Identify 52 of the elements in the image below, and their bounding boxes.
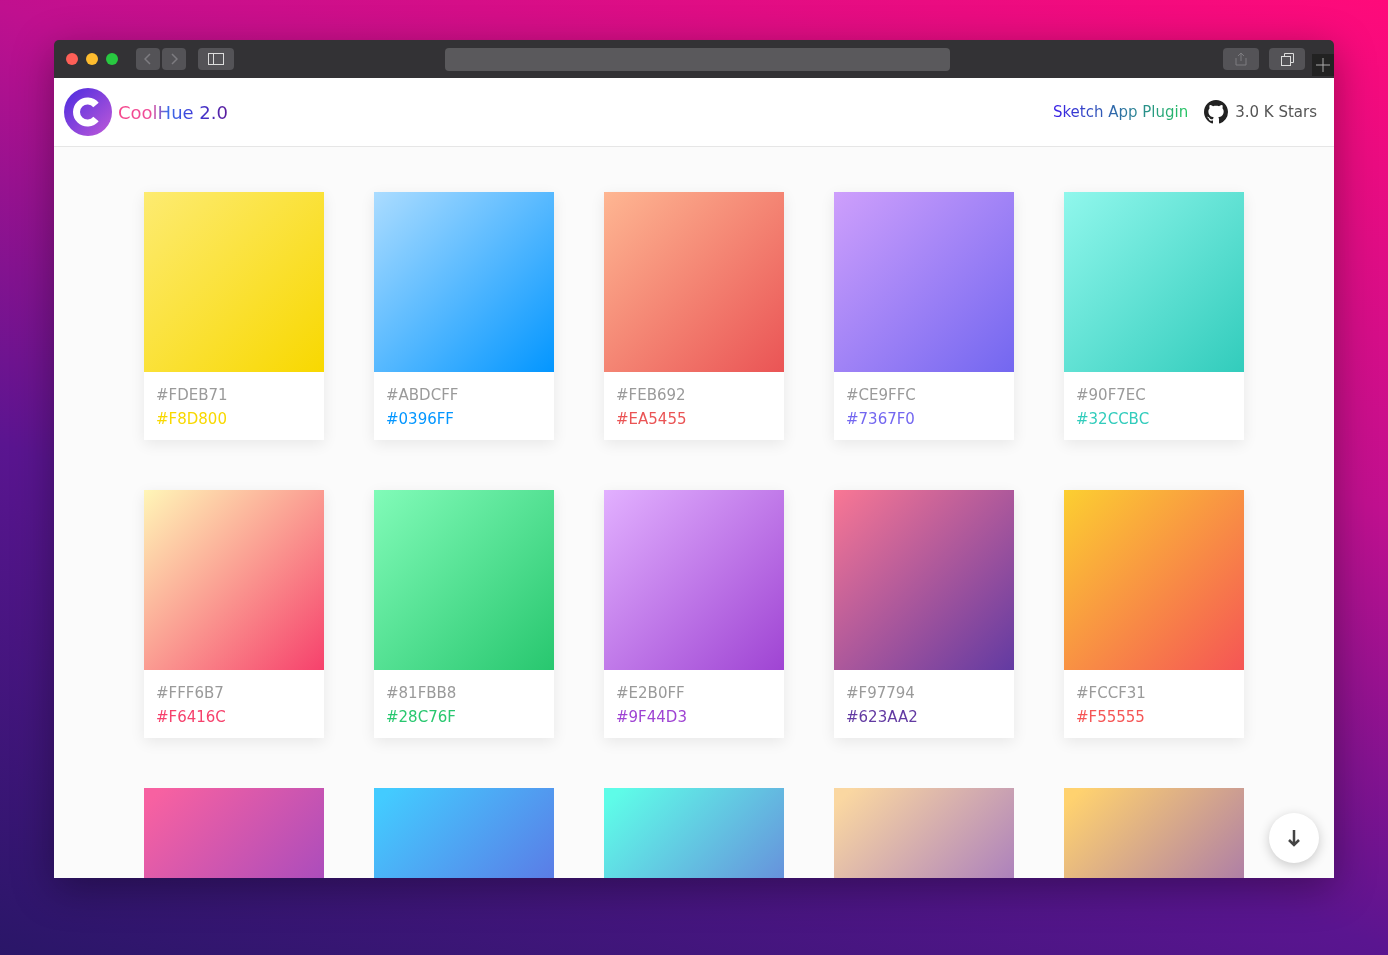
plugin-link[interactable]: Sketch App Plugin bbox=[1052, 103, 1189, 121]
end-hex: #7367F0 bbox=[846, 410, 916, 428]
minimize-icon[interactable] bbox=[86, 53, 98, 65]
end-hex: #F6416C bbox=[156, 708, 227, 726]
share-button[interactable] bbox=[1223, 48, 1259, 70]
end-hex: #9F44D3 bbox=[616, 708, 688, 726]
color-card[interactable]: #FEB692 #EA5455 bbox=[604, 192, 784, 440]
end-hex: #0396FF bbox=[386, 410, 455, 428]
start-hex: #FDEB71 bbox=[156, 386, 229, 404]
scroll-down-button[interactable] bbox=[1269, 813, 1319, 863]
arrow-down-icon bbox=[1287, 829, 1301, 847]
color-card[interactable]: #F97794 #623AA2 bbox=[834, 490, 1014, 738]
start-hex: #FEB692 bbox=[616, 386, 687, 404]
end-hex: #32CCBC bbox=[1076, 410, 1151, 428]
github-icon bbox=[1204, 100, 1229, 124]
start-hex: #FFF6B7 bbox=[156, 684, 225, 702]
stars-link[interactable]: 3.0 K Stars bbox=[1204, 100, 1317, 124]
close-icon[interactable] bbox=[66, 53, 78, 65]
zoom-icon[interactable] bbox=[106, 53, 118, 65]
logo-icon bbox=[64, 88, 112, 136]
sidebar-button[interactable] bbox=[198, 48, 234, 70]
color-card[interactable]: #FCCF31 #F55555 bbox=[1064, 490, 1244, 738]
start-hex: #90F7EC bbox=[1076, 386, 1147, 404]
start-hex: #E2B0FF bbox=[616, 684, 686, 702]
end-hex: #623AA2 bbox=[846, 708, 919, 726]
address-bar[interactable] bbox=[445, 47, 950, 71]
color-card[interactable]: #FFF6B7 #F6416C bbox=[144, 490, 324, 738]
end-hex: #F55555 bbox=[1076, 708, 1146, 726]
plus-icon bbox=[1316, 58, 1330, 72]
end-hex: #28C76F bbox=[386, 708, 457, 726]
color-card[interactable]: #FDEB71 #F8D800 bbox=[144, 192, 324, 440]
color-card[interactable]: #CE9FFC #7367F0 bbox=[834, 192, 1014, 440]
new-tab-button[interactable] bbox=[1312, 54, 1334, 76]
start-hex: #F97794 bbox=[846, 684, 916, 702]
color-card[interactable]: #ABDCFF #0396FF bbox=[374, 192, 554, 440]
start-hex: #CE9FFC bbox=[846, 386, 917, 404]
tabs-button[interactable] bbox=[1269, 48, 1305, 70]
sidebar-icon bbox=[208, 53, 224, 65]
back-button[interactable] bbox=[136, 48, 160, 70]
end-hex: #F8D800 bbox=[156, 410, 228, 428]
color-card[interactable]: #81FBB8 #28C76F bbox=[374, 490, 554, 738]
share-icon bbox=[1235, 52, 1247, 66]
chevron-right-icon bbox=[170, 53, 178, 65]
start-hex: #ABDCFF bbox=[386, 386, 460, 404]
color-card[interactable]: #E2B0FF #9F44D3 bbox=[604, 490, 784, 738]
chevron-left-icon bbox=[144, 53, 152, 65]
color-card[interactable]: #90F7EC #32CCBC bbox=[1064, 192, 1244, 440]
start-hex: #81FBB8 bbox=[386, 684, 458, 702]
start-hex: #FCCF31 bbox=[1076, 684, 1147, 702]
tabs-icon bbox=[1280, 52, 1294, 66]
end-hex: #EA5455 bbox=[616, 410, 688, 428]
forward-button[interactable] bbox=[162, 48, 186, 70]
